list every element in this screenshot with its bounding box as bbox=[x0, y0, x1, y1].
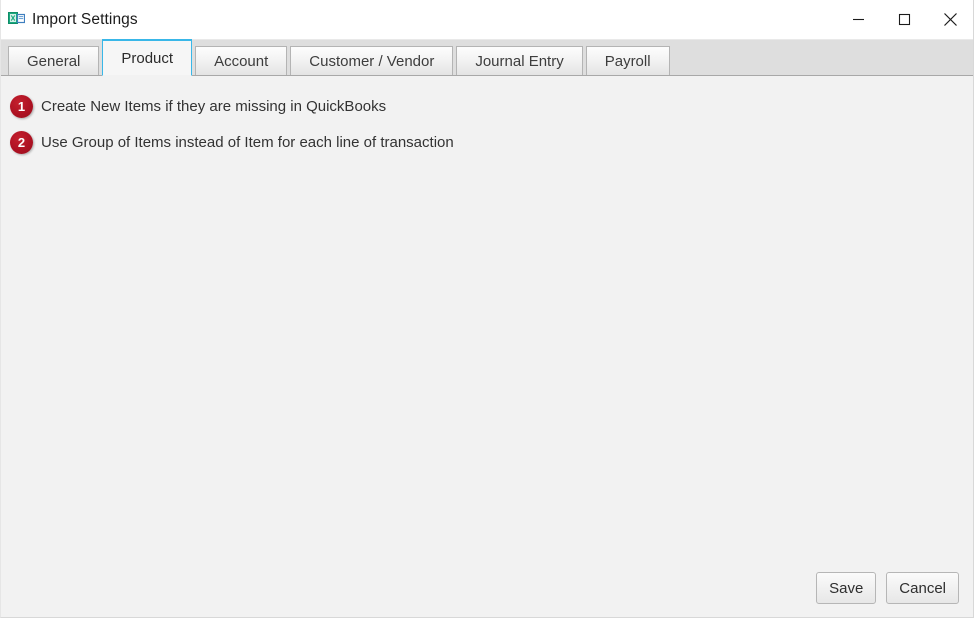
tab-product[interactable]: Product bbox=[102, 39, 193, 76]
tab-payroll[interactable]: Payroll bbox=[585, 46, 670, 75]
tab-label: Product bbox=[121, 49, 174, 67]
minimize-button[interactable] bbox=[835, 0, 881, 39]
tab-label: General bbox=[27, 52, 81, 70]
cancel-button[interactable]: Cancel bbox=[886, 572, 959, 604]
tab-general[interactable]: General bbox=[8, 46, 100, 75]
step-badge: 1 bbox=[10, 94, 33, 118]
tab-label: Customer / Vendor bbox=[309, 52, 435, 70]
tab-label: Journal Entry bbox=[475, 52, 564, 70]
window-controls bbox=[835, 0, 973, 39]
tab-customer-vendor[interactable]: Customer / Vendor bbox=[290, 46, 454, 75]
tab-label: Payroll bbox=[604, 52, 651, 70]
tab-account[interactable]: Account bbox=[195, 46, 288, 75]
tab-journal-entry[interactable]: Journal Entry bbox=[456, 46, 583, 75]
option-label: Create New Items if they are missing in … bbox=[41, 97, 387, 115]
maximize-button[interactable] bbox=[881, 0, 927, 39]
window-title: Import Settings bbox=[32, 10, 138, 28]
option-label: Use Group of Items instead of Item for e… bbox=[41, 133, 454, 151]
option-row-create-new-items[interactable]: 1 Create New Items if they are missing i… bbox=[1, 88, 973, 124]
dialog-footer: Save Cancel bbox=[806, 572, 959, 604]
title-bar: Import Settings bbox=[1, 0, 973, 40]
save-button[interactable]: Save bbox=[816, 572, 877, 604]
step-badge: 2 bbox=[10, 130, 33, 154]
product-settings-panel: 1 Create New Items if they are missing i… bbox=[1, 76, 973, 617]
tab-label: Account bbox=[214, 52, 269, 70]
close-button[interactable] bbox=[927, 0, 973, 39]
tab-bar: General Product Account Customer / Vendo… bbox=[1, 39, 973, 76]
option-row-use-group-of-items[interactable]: 2 Use Group of Items instead of Item for… bbox=[1, 124, 973, 160]
excel-import-icon bbox=[8, 11, 26, 28]
import-settings-window: Import Settings General Product Account … bbox=[0, 0, 974, 618]
